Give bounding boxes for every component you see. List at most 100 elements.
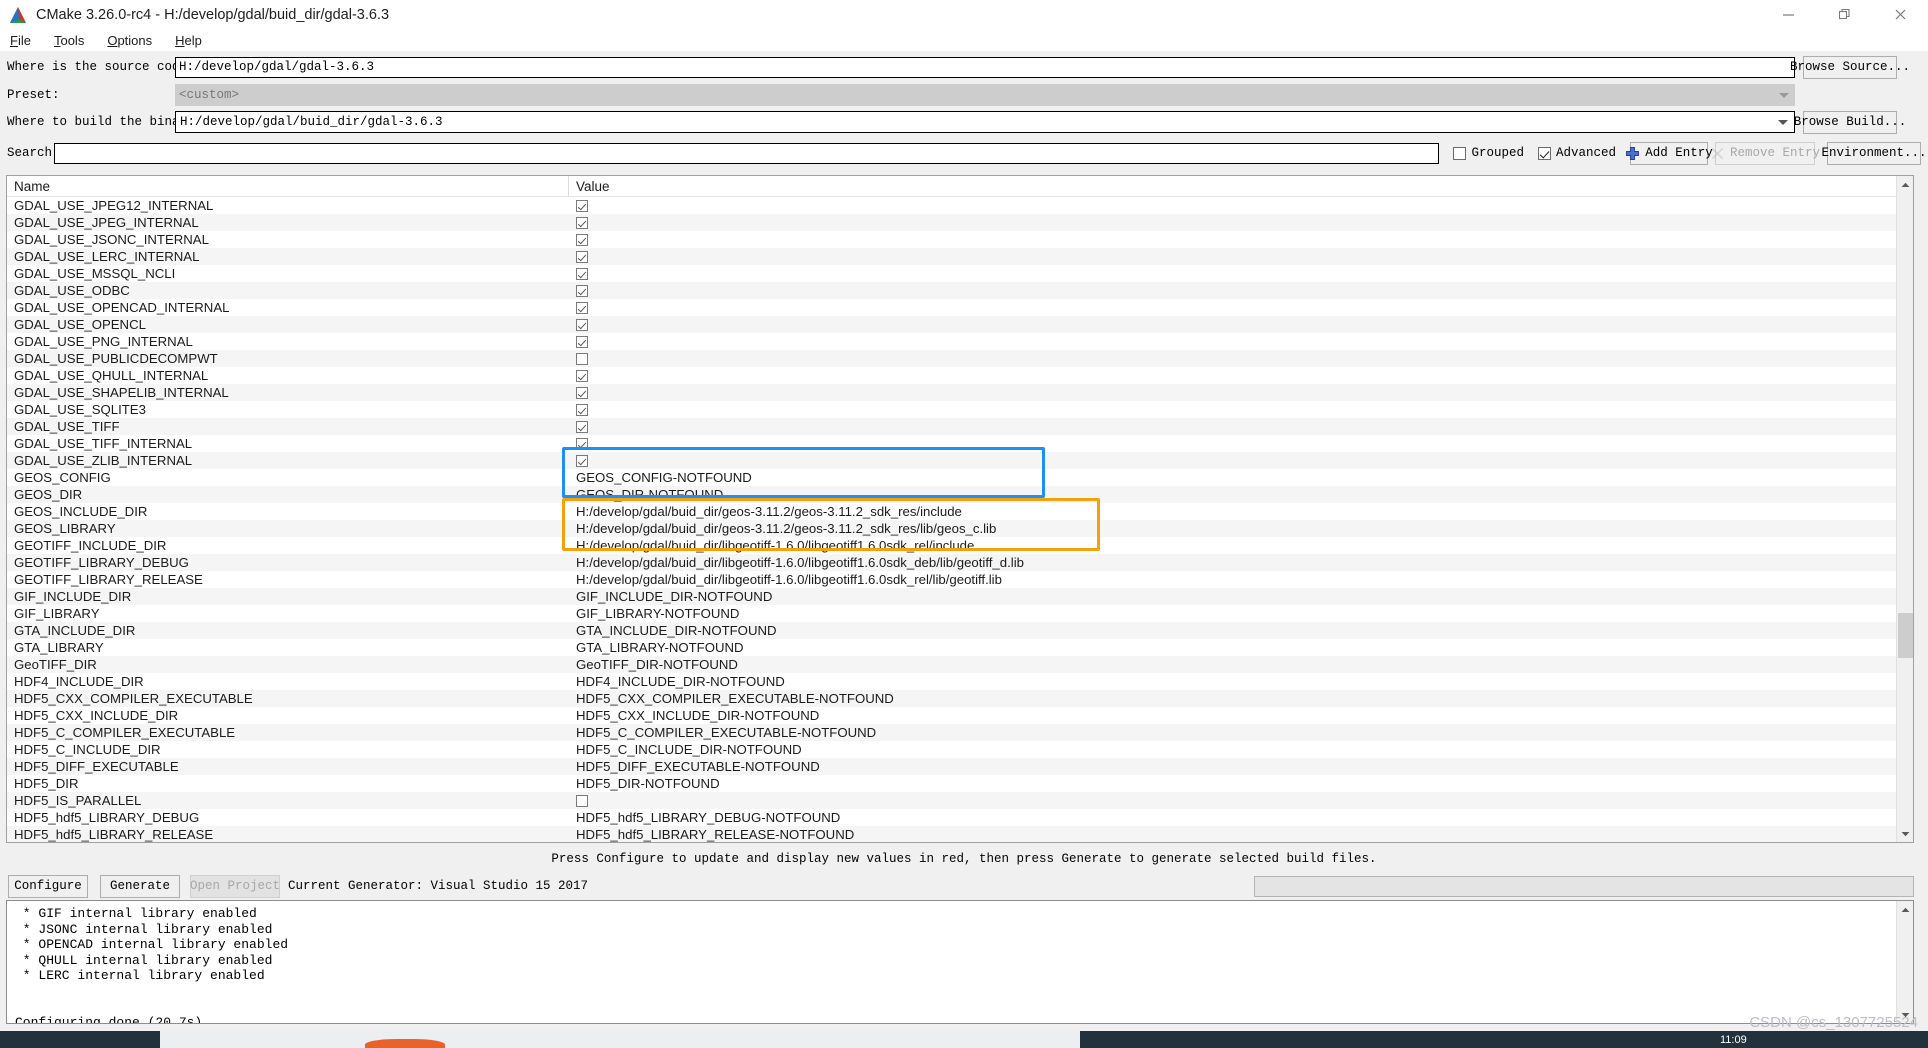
- cache-variable-value[interactable]: [569, 794, 1896, 807]
- cache-value-checkbox[interactable]: [576, 216, 588, 229]
- table-row[interactable]: HDF4_INCLUDE_DIR HDF4_INCLUDE_DIR-NOTFOUN…: [7, 673, 1896, 690]
- cache-variable-value[interactable]: H:/develop/gdal/buid_dir/geos-3.11.2/geo…: [569, 503, 1896, 520]
- cache-variable-value[interactable]: [569, 386, 1896, 399]
- browse-source-button[interactable]: Browse Source...: [1790, 55, 1910, 79]
- menu-item-help[interactable]: Help: [172, 32, 213, 49]
- cache-value-checkbox[interactable]: [576, 284, 588, 297]
- table-row[interactable]: GIF_LIBRARY GIF_LIBRARY-NOTFOUND: [7, 605, 1896, 622]
- open-project-button[interactable]: Open Project: [190, 874, 280, 898]
- add-entry-button[interactable]: Add Entry: [1626, 141, 1713, 165]
- table-row[interactable]: HDF5_C_COMPILER_EXECUTABLE HDF5_C_COMPILE…: [7, 724, 1896, 741]
- cache-variable-value[interactable]: [569, 216, 1896, 229]
- table-row[interactable]: GDAL_USE_JPEG12_INTERNAL: [7, 197, 1896, 214]
- cache-variable-value[interactable]: HDF5_CXX_COMPILER_EXECUTABLE-NOTFOUND: [569, 690, 1896, 707]
- menu-item-tools[interactable]: Tools: [51, 32, 95, 49]
- table-row[interactable]: GDAL_USE_PUBLICDECOMPWT: [7, 350, 1896, 367]
- table-row[interactable]: GDAL_USE_SHAPELIB_INTERNAL: [7, 384, 1896, 401]
- cache-value-checkbox[interactable]: [576, 403, 588, 416]
- table-row[interactable]: GEOS_INCLUDE_DIR H:/develop/gdal/buid_dir…: [7, 503, 1896, 520]
- cache-variable-value[interactable]: [569, 233, 1896, 246]
- remove-entry-button[interactable]: Remove Entry: [1712, 141, 1820, 165]
- cache-value-checkbox[interactable]: [576, 318, 588, 331]
- preset-select[interactable]: <custom>: [175, 84, 1795, 106]
- table-row[interactable]: HDF5_CXX_INCLUDE_DIR HDF5_CXX_INCLUDE_DIR…: [7, 707, 1896, 724]
- cache-variable-value[interactable]: [569, 301, 1896, 314]
- cache-variable-value[interactable]: GTA_INCLUDE_DIR-NOTFOUND: [569, 622, 1896, 639]
- cache-variable-value[interactable]: HDF5_C_COMPILER_EXECUTABLE-NOTFOUND: [569, 724, 1896, 741]
- minimize-button[interactable]: [1760, 0, 1816, 29]
- log-scroll-up-arrow-icon[interactable]: [1897, 901, 1913, 918]
- cache-variable-value[interactable]: [569, 369, 1896, 382]
- cache-variable-value[interactable]: [569, 199, 1896, 212]
- log-vertical-scrollbar[interactable]: [1896, 901, 1913, 1023]
- table-row[interactable]: GDAL_USE_LERC_INTERNAL: [7, 248, 1896, 265]
- cache-variable-value[interactable]: [569, 454, 1896, 467]
- cache-variable-value[interactable]: HDF5_hdf5_LIBRARY_RELEASE-NOTFOUND: [569, 826, 1896, 842]
- table-row[interactable]: GEOTIFF_LIBRARY_DEBUG H:/develop/gdal/bui…: [7, 554, 1896, 571]
- table-row[interactable]: GDAL_USE_ZLIB_INTERNAL: [7, 452, 1896, 469]
- cache-variable-value[interactable]: [569, 437, 1896, 450]
- table-row[interactable]: HDF5_IS_PARALLEL: [7, 792, 1896, 809]
- table-row[interactable]: GDAL_USE_OPENCAD_INTERNAL: [7, 299, 1896, 316]
- cache-variable-value[interactable]: GEOS_CONFIG-NOTFOUND: [569, 469, 1896, 486]
- cache-value-checkbox[interactable]: [576, 301, 588, 314]
- cache-variables-table[interactable]: Name Value GDAL_USE_JPEG12_INTERNAL GDAL_…: [6, 175, 1914, 843]
- table-row[interactable]: HDF5_DIFF_EXECUTABLE HDF5_DIFF_EXECUTABLE…: [7, 758, 1896, 775]
- cache-value-checkbox[interactable]: [576, 369, 588, 382]
- cache-variable-value[interactable]: [569, 403, 1896, 416]
- table-row[interactable]: GDAL_USE_MSSQL_NCLI: [7, 265, 1896, 282]
- cache-variable-value[interactable]: H:/develop/gdal/buid_dir/libgeotiff-1.6.…: [569, 554, 1896, 571]
- configure-button[interactable]: Configure: [8, 874, 88, 898]
- cache-variable-value[interactable]: [569, 318, 1896, 331]
- source-code-input[interactable]: H:/develop/gdal/gdal-3.6.3: [175, 56, 1795, 78]
- table-row[interactable]: GDAL_USE_QHULL_INTERNAL: [7, 367, 1896, 384]
- table-row[interactable]: HDF5_DIR HDF5_DIR-NOTFOUND: [7, 775, 1896, 792]
- cache-variable-value[interactable]: GEOS_DIR-NOTFOUND: [569, 486, 1896, 503]
- cache-value-checkbox[interactable]: [576, 335, 588, 348]
- cache-variable-value[interactable]: [569, 335, 1896, 348]
- cache-variable-value[interactable]: HDF5_C_INCLUDE_DIR-NOTFOUND: [569, 741, 1896, 758]
- table-row[interactable]: GDAL_USE_JSONC_INTERNAL: [7, 231, 1896, 248]
- maximize-restore-button[interactable]: [1816, 0, 1872, 29]
- cache-value-checkbox[interactable]: [576, 352, 588, 365]
- cache-variable-value[interactable]: HDF5_DIR-NOTFOUND: [569, 775, 1896, 792]
- cache-value-checkbox[interactable]: [576, 420, 588, 433]
- cache-variable-value[interactable]: [569, 284, 1896, 297]
- output-log-panel[interactable]: * GIF internal library enabled * JSONC i…: [6, 900, 1914, 1024]
- advanced-checkbox[interactable]: Advanced: [1537, 146, 1616, 160]
- table-row[interactable]: GEOTIFF_LIBRARY_RELEASE H:/develop/gdal/b…: [7, 571, 1896, 588]
- cache-variable-value[interactable]: H:/develop/gdal/buid_dir/libgeotiff-1.6.…: [569, 537, 1896, 554]
- cache-variable-value[interactable]: HDF5_CXX_INCLUDE_DIR-NOTFOUND: [569, 707, 1896, 724]
- column-header-name[interactable]: Name: [7, 176, 569, 197]
- table-row[interactable]: HDF5_hdf5_LIBRARY_DEBUG HDF5_hdf5_LIBRARY…: [7, 809, 1896, 826]
- table-row[interactable]: GTA_INCLUDE_DIR GTA_INCLUDE_DIR-NOTFOUND: [7, 622, 1896, 639]
- cache-variable-value[interactable]: GeoTIFF_DIR-NOTFOUND: [569, 656, 1896, 673]
- cache-variable-value[interactable]: H:/develop/gdal/buid_dir/geos-3.11.2/geo…: [569, 520, 1896, 537]
- cache-variable-value[interactable]: HDF5_hdf5_LIBRARY_DEBUG-NOTFOUND: [569, 809, 1896, 826]
- table-row[interactable]: GDAL_USE_OPENCL: [7, 316, 1896, 333]
- table-row[interactable]: GEOS_LIBRARY H:/develop/gdal/buid_dir/geo…: [7, 520, 1896, 537]
- menu-item-options[interactable]: Options: [104, 32, 163, 49]
- table-vertical-scrollbar[interactable]: [1896, 176, 1913, 842]
- cache-variable-value[interactable]: [569, 250, 1896, 263]
- table-row[interactable]: GDAL_USE_SQLITE3: [7, 401, 1896, 418]
- scroll-down-arrow-icon[interactable]: [1897, 825, 1913, 842]
- table-row[interactable]: GDAL_USE_PNG_INTERNAL: [7, 333, 1896, 350]
- scrollbar-thumb[interactable]: [1898, 613, 1913, 658]
- table-row[interactable]: GDAL_USE_JPEG_INTERNAL: [7, 214, 1896, 231]
- table-row[interactable]: GEOS_DIR GEOS_DIR-NOTFOUND: [7, 486, 1896, 503]
- browse-build-button[interactable]: Browse Build...: [1794, 110, 1906, 134]
- cache-value-checkbox[interactable]: [576, 386, 588, 399]
- table-row[interactable]: GIF_INCLUDE_DIR GIF_INCLUDE_DIR-NOTFOUND: [7, 588, 1896, 605]
- cache-variable-value[interactable]: HDF5_DIFF_EXECUTABLE-NOTFOUND: [569, 758, 1896, 775]
- build-dir-input[interactable]: H:/develop/gdal/buid_dir/gdal-3.6.3: [175, 111, 1795, 133]
- cache-variable-value[interactable]: [569, 420, 1896, 433]
- search-input[interactable]: [54, 142, 1440, 164]
- table-row[interactable]: GDAL_USE_ODBC: [7, 282, 1896, 299]
- table-row[interactable]: GTA_LIBRARY GTA_LIBRARY-NOTFOUND: [7, 639, 1896, 656]
- generate-button[interactable]: Generate: [100, 874, 180, 898]
- cache-value-checkbox[interactable]: [576, 454, 588, 467]
- cache-value-checkbox[interactable]: [576, 199, 588, 212]
- close-button[interactable]: [1872, 0, 1928, 29]
- cache-variable-value[interactable]: GTA_LIBRARY-NOTFOUND: [569, 639, 1896, 656]
